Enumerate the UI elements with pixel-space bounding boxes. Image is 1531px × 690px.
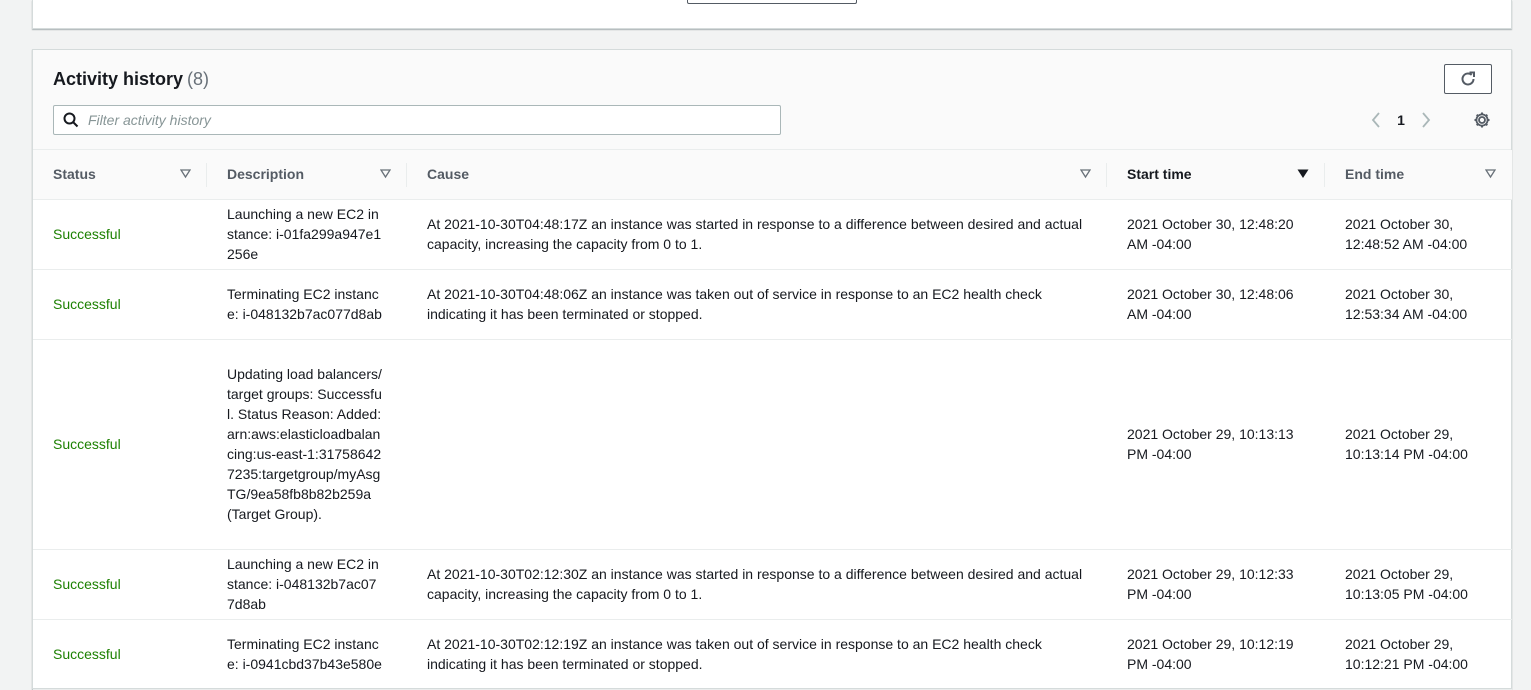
sort-icon xyxy=(1485,169,1496,179)
refresh-button[interactable] xyxy=(1444,64,1492,94)
end-time-cell: 2021 October 30, 12:53:34 AM -04:00 xyxy=(1325,269,1512,340)
status-cell: Successful xyxy=(33,339,207,550)
description-cell: Updating load balancers/target groups: S… xyxy=(207,339,407,550)
status-cell: Successful xyxy=(33,199,207,270)
description-cell: Terminating EC2 instance: i-0941cbd37b43… xyxy=(207,619,407,690)
panel-title-text: Activity history xyxy=(53,69,184,89)
column-header-description[interactable]: Description xyxy=(207,150,407,200)
cause-cell: At 2021-10-30T04:48:17Z an instance was … xyxy=(407,199,1107,270)
sort-icon xyxy=(1080,169,1091,179)
table-row: Successful Launching a new EC2 instance:… xyxy=(33,549,1512,620)
previous-page-button[interactable] xyxy=(1366,110,1386,130)
filter-activity-input[interactable] xyxy=(88,111,768,129)
cause-cell xyxy=(407,339,1107,550)
column-header-end-time[interactable]: End time xyxy=(1325,150,1512,200)
status-cell: Successful xyxy=(33,549,207,620)
cause-cell: At 2021-10-30T02:12:30Z an instance was … xyxy=(407,549,1107,620)
column-label: Status xyxy=(53,166,96,183)
chevron-right-icon xyxy=(1422,112,1431,128)
activity-history-panel: Activity history(8) 1 xyxy=(32,49,1512,690)
preferences-button[interactable] xyxy=(1471,109,1493,131)
description-cell: Launching a new EC2 instance: i-048132b7… xyxy=(207,549,407,620)
cause-cell: At 2021-10-30T04:48:06Z an instance was … xyxy=(407,269,1107,340)
start-time-cell: 2021 October 30, 12:48:06 AM -04:00 xyxy=(1107,269,1325,340)
chevron-left-icon xyxy=(1371,112,1380,128)
start-time-cell: 2021 October 29, 10:12:19 PM -04:00 xyxy=(1107,619,1325,690)
table-row: Successful Launching a new EC2 instance:… xyxy=(33,199,1512,270)
search-icon xyxy=(63,112,79,128)
column-header-status[interactable]: Status xyxy=(33,150,207,200)
column-label: Description xyxy=(227,166,305,183)
column-label: Start time xyxy=(1127,166,1192,183)
gear-icon xyxy=(1474,112,1490,128)
table-row: Successful Updating load balancers/targe… xyxy=(33,339,1512,550)
activity-count: (8) xyxy=(187,69,210,89)
previous-panel xyxy=(32,0,1512,29)
sort-descending-icon xyxy=(1297,169,1309,178)
end-time-cell: 2021 October 29, 10:12:21 PM -04:00 xyxy=(1325,619,1512,690)
start-time-cell: 2021 October 29, 10:12:33 PM -04:00 xyxy=(1107,549,1325,620)
end-time-cell: 2021 October 30, 12:48:52 AM -04:00 xyxy=(1325,199,1512,270)
table-row: Successful Terminating EC2 instance: i-0… xyxy=(33,619,1512,690)
panel-header: Activity history(8) 1 xyxy=(33,50,1511,150)
end-time-cell: 2021 October 29, 10:13:05 PM -04:00 xyxy=(1325,549,1512,620)
filter-activity-field[interactable] xyxy=(53,105,781,135)
refresh-icon xyxy=(1461,71,1475,86)
panel-title: Activity history (8) xyxy=(53,69,209,90)
status-cell: Successful xyxy=(33,619,207,690)
table-header-row: Status Description Cause Start time End … xyxy=(33,150,1512,200)
table-row: Successful Terminating EC2 instance: i-0… xyxy=(33,269,1512,340)
description-cell: Terminating EC2 instance: i-048132b7ac07… xyxy=(207,269,407,340)
column-header-start-time[interactable]: Start time xyxy=(1107,150,1325,200)
column-label: Cause xyxy=(427,166,470,183)
end-time-cell: 2021 October 29, 10:13:14 PM -04:00 xyxy=(1325,339,1512,550)
description-cell: Launching a new EC2 instance: i-01fa299a… xyxy=(207,199,407,270)
start-time-cell: 2021 October 29, 10:13:13 PM -04:00 xyxy=(1107,339,1325,550)
sort-icon xyxy=(180,169,191,179)
status-cell: Successful xyxy=(33,269,207,340)
cause-cell: At 2021-10-30T02:12:19Z an instance was … xyxy=(407,619,1107,690)
column-label: End time xyxy=(1345,166,1405,183)
start-time-cell: 2021 October 30, 12:48:20 AM -04:00 xyxy=(1107,199,1325,270)
next-page-button[interactable] xyxy=(1416,110,1436,130)
sort-icon xyxy=(380,169,391,179)
activity-table: Status Description Cause Start time End … xyxy=(33,150,1512,690)
previous-panel-button[interactable] xyxy=(687,0,857,4)
pagination: 1 xyxy=(1366,110,1436,130)
column-header-cause[interactable]: Cause xyxy=(407,150,1107,200)
current-page[interactable]: 1 xyxy=(1386,112,1416,128)
